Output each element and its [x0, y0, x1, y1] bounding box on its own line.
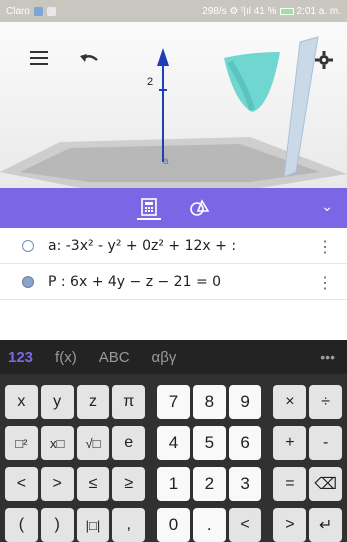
algebra-row-a[interactable]: a: -3x² - y² + 0z² + 12x + : ⋮: [0, 228, 347, 264]
image-notification-icon: [46, 6, 56, 16]
clock: 2:01 a. m.: [296, 5, 341, 17]
key-comma[interactable]: ,: [112, 508, 146, 542]
key-e[interactable]: e: [112, 426, 146, 460]
more-options-icon[interactable]: ⋮: [317, 273, 333, 293]
key-6[interactable]: 6: [228, 426, 262, 460]
key-squared[interactable]: □²: [5, 426, 38, 460]
battery-icon: [279, 7, 294, 15]
calculator-icon: [140, 198, 157, 216]
algebra-view: a: -3x² - y² + 0z² + 12x + : ⋮ P : 6x + …: [0, 228, 347, 340]
key-close-paren[interactable]: ): [40, 508, 74, 542]
kb-tab-functions[interactable]: f(x): [55, 349, 77, 366]
key-9[interactable]: 9: [228, 385, 262, 419]
key-3[interactable]: 3: [228, 467, 262, 501]
keyboard-row: < > ≤ ≥ 1 2 3 = ⌫: [2, 464, 345, 504]
key-4[interactable]: 4: [157, 426, 190, 460]
shapes-tool-icon: [189, 199, 209, 216]
algebra-expression[interactable]: P : 6x + 4y − z − 21 = 0: [48, 274, 298, 290]
z-axis-arrow: [157, 48, 169, 66]
more-options-icon[interactable]: ⋮: [317, 237, 333, 257]
key-8[interactable]: 8: [192, 385, 226, 419]
status-bar: Claro 298/s ⚙ ᵗ|ıl 41 % 2:01 a. m.: [0, 0, 347, 22]
key-2[interactable]: 2: [192, 467, 226, 501]
key-open-paren[interactable]: (: [5, 508, 38, 542]
settings-button[interactable]: [312, 48, 336, 72]
graphics-canvas[interactable]: [0, 22, 347, 188]
visibility-toggle[interactable]: [22, 275, 34, 288]
visibility-toggle[interactable]: [22, 239, 34, 252]
left-arrow-icon[interactable]: <: [228, 508, 262, 542]
keyboard-row: □² x□ √□ e 4 5 6 + -: [2, 423, 345, 463]
algebra-row-p[interactable]: P : 6x + 4y − z − 21 = 0 ⋮: [0, 264, 347, 300]
notification-icon: [33, 6, 43, 16]
key-0[interactable]: 0: [157, 508, 190, 542]
undo-button[interactable]: [76, 48, 102, 68]
key-7[interactable]: 7: [157, 385, 190, 419]
status-info: 298/s ⚙ ᵗ|ıl 41 %: [202, 5, 277, 17]
gear-icon: [315, 51, 333, 69]
more-dots-icon[interactable]: •••: [320, 349, 335, 365]
undo-icon: [80, 54, 98, 62]
key-power[interactable]: x□: [40, 426, 74, 460]
tab-algebra[interactable]: [136, 196, 161, 220]
key-divide[interactable]: ÷: [309, 385, 343, 419]
backspace-icon[interactable]: ⌫: [309, 467, 343, 501]
collapse-chevron-icon[interactable]: ⌄: [321, 198, 333, 215]
key-abs[interactable]: |□|: [76, 508, 110, 542]
kb-tab-numbers[interactable]: 123: [8, 349, 33, 366]
menu-icon: [30, 51, 48, 65]
key-decimal[interactable]: .: [192, 508, 226, 542]
enter-icon[interactable]: ↵: [309, 508, 343, 542]
kb-tab-letters[interactable]: ABC: [99, 349, 130, 366]
key-z[interactable]: z: [76, 385, 110, 419]
algebra-toolbar: ⌄: [0, 188, 347, 228]
keyboard-tab-bar: 123 f(x) ABC αβγ •••: [0, 340, 347, 374]
key-x[interactable]: x: [5, 385, 38, 419]
tab-tools[interactable]: [187, 196, 211, 220]
key-less-equal[interactable]: ≤: [76, 467, 110, 501]
graphics-3d-view[interactable]: 2 a: [0, 22, 347, 188]
kb-tab-greek[interactable]: αβγ: [152, 349, 177, 366]
z-axis-bottom-label: a: [163, 156, 169, 167]
key-minus[interactable]: -: [309, 426, 343, 460]
key-less-than[interactable]: <: [5, 467, 38, 501]
carrier-name: Claro: [6, 5, 30, 17]
algebra-input-row[interactable]: [0, 300, 347, 336]
key-multiply[interactable]: ×: [273, 385, 307, 419]
key-pi[interactable]: π: [112, 385, 146, 419]
key-sqrt[interactable]: √□: [76, 426, 110, 460]
key-1[interactable]: 1: [157, 467, 190, 501]
key-equals[interactable]: =: [273, 467, 307, 501]
right-arrow-icon[interactable]: >: [273, 508, 307, 542]
algebra-expression[interactable]: a: -3x² - y² + 0z² + 12x + :: [48, 238, 298, 254]
keyboard-row: x y z π 7 8 9 × ÷: [2, 382, 345, 422]
menu-button[interactable]: [26, 48, 52, 68]
key-greater-than[interactable]: >: [40, 467, 74, 501]
math-keyboard: x y z π 7 8 9 × ÷ □² x□ √□ e 4 5 6 + - <…: [0, 374, 347, 542]
z-tick-label: 2: [147, 76, 154, 88]
key-greater-equal[interactable]: ≥: [112, 467, 146, 501]
key-plus[interactable]: +: [273, 426, 307, 460]
key-5[interactable]: 5: [192, 426, 226, 460]
keyboard-row: ( ) |□| , 0 . < > ↵: [2, 505, 345, 542]
key-y[interactable]: y: [40, 385, 74, 419]
carrier: Claro: [6, 6, 56, 17]
status-right: 298/s ⚙ ᵗ|ıl 41 % 2:01 a. m.: [202, 6, 341, 17]
